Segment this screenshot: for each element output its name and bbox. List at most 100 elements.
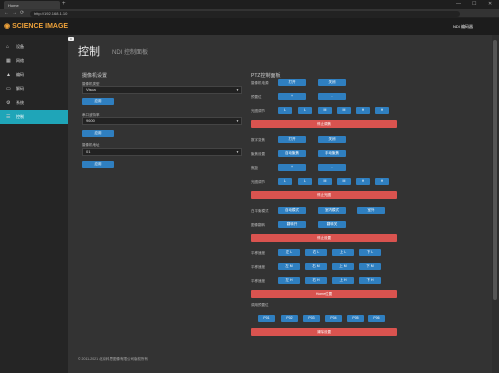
manual-focus-button[interactable]: 手动聚焦	[318, 150, 346, 157]
iris-h-button[interactable]: H	[375, 107, 389, 114]
apply-baud-rate-button[interactable]: 应用	[82, 130, 114, 137]
focus-mode-label: 聚焦设置	[251, 152, 265, 156]
clear-settings-button[interactable]: 清除设置	[251, 328, 397, 336]
tilt-down-m-button[interactable]: 下 M	[359, 263, 381, 270]
pan-speed-label-2: 平移速度	[251, 265, 265, 269]
maximize-icon[interactable]: ☐	[472, 0, 476, 8]
camera-power-label: 摄像机电源	[251, 81, 269, 85]
focal-plus-button[interactable]: +	[278, 164, 306, 171]
footer: © 2011-2021 北京科思图像有限公司版权所有	[78, 357, 149, 361]
pan-left-h-button[interactable]: 左 H	[278, 277, 300, 284]
sidebar-item-decode[interactable]: ▭ 解码	[0, 82, 68, 96]
pan-right-m-button[interactable]: 右 M	[305, 263, 327, 270]
home-position-button[interactable]: Home位置	[251, 290, 397, 298]
back-icon[interactable]: ←	[4, 9, 9, 18]
sidebar-item-label: 网络	[16, 58, 24, 63]
pan-left-m-button[interactable]: 左 M	[278, 263, 300, 270]
tilt-up-l-button[interactable]: 上 L	[332, 249, 354, 256]
stop-iris-button[interactable]: 停止光圈	[251, 191, 397, 199]
wb-outdoor-button[interactable]: 室外	[357, 207, 385, 214]
camera-type-value: Visca	[86, 87, 96, 92]
chevron-down-icon: ▼	[236, 150, 239, 154]
new-tab-button[interactable]: +	[62, 1, 66, 7]
tilt-down-l-button[interactable]: 下 L	[359, 249, 381, 256]
preset-p04-button[interactable]: P04	[325, 315, 342, 322]
preset-p03-button[interactable]: P03	[303, 315, 320, 322]
iris2-h-button[interactable]: H	[356, 178, 370, 185]
close-icon[interactable]: ✕	[488, 0, 492, 8]
baud-rate-select[interactable]: 9600 ▼	[82, 117, 242, 125]
power-on-button[interactable]: 打开	[278, 79, 306, 86]
iris-m-button[interactable]: M	[337, 107, 351, 114]
pan-left-l-button[interactable]: 左 L	[278, 249, 300, 256]
pan-speed-label-3: 平移速度	[251, 279, 265, 283]
iris-h-button[interactable]: H	[356, 107, 370, 114]
iris-m-button[interactable]: M	[318, 107, 332, 114]
logo: ◉ SCIENCE IMAGE	[4, 23, 69, 30]
ptz-panel-title: PTZ控制面板	[251, 73, 281, 79]
power-off-button[interactable]: 关闭	[318, 79, 346, 86]
iris2-h-button[interactable]: H	[375, 178, 389, 185]
user-menu[interactable]: NDI 编码器	[453, 24, 473, 30]
sidebar-item-control[interactable]: ☰ 控制	[0, 110, 68, 124]
preset-p01-button[interactable]: P01	[258, 315, 275, 322]
preset-p02-button[interactable]: P02	[281, 315, 298, 322]
flip-on-button[interactable]: 翻转开	[278, 221, 306, 228]
sidebar-item-encode[interactable]: ▲ 编码	[0, 68, 68, 82]
preset-plus-button[interactable]: +	[278, 93, 306, 100]
home-icon: ⌂	[6, 44, 10, 50]
camera-address-value: 01	[86, 149, 91, 154]
page-subtitle: NDI 控制面板	[112, 50, 149, 56]
focal-length-label: 焦距	[251, 166, 258, 170]
tilt-up-h-button[interactable]: 上 H	[332, 277, 354, 284]
sidebar-item-system[interactable]: ⚙ 系统	[0, 96, 68, 110]
reload-icon[interactable]: ⟳	[20, 9, 24, 18]
wb-auto-button[interactable]: 自动模式	[278, 207, 306, 214]
focal-minus-button[interactable]: -	[318, 164, 346, 171]
preset-minus-button[interactable]: -	[318, 93, 346, 100]
sidebar-item-label: 控制	[16, 114, 24, 119]
iris-label: 光圈调节	[251, 109, 265, 113]
gear-icon: ⚙	[6, 100, 11, 106]
pan-right-l-button[interactable]: 右 L	[305, 249, 327, 256]
iris2-l-button[interactable]: L	[278, 178, 292, 185]
zoom-on-button[interactable]: 打开	[278, 136, 306, 143]
camera-settings-title: 摄像机设置	[82, 73, 108, 79]
forward-icon[interactable]: →	[12, 9, 17, 18]
flip-off-button[interactable]: 翻转关	[318, 221, 346, 228]
camera-address-select[interactable]: 01 ▼	[82, 148, 242, 156]
sidebar-item-device[interactable]: ⌂ 设备	[0, 40, 68, 54]
apply-camera-type-button[interactable]: 应用	[82, 98, 114, 105]
browser-tab[interactable]: Home	[4, 1, 60, 9]
scrollbar-thumb[interactable]	[493, 40, 497, 300]
iris-l-button[interactable]: L	[278, 107, 292, 114]
stop-settings-button[interactable]: 停止设置	[251, 234, 397, 242]
preset-p05-button[interactable]: P05	[347, 315, 364, 322]
auto-focus-button[interactable]: 自动聚焦	[278, 150, 306, 157]
iris2-m-button[interactable]: M	[337, 178, 351, 185]
pan-right-h-button[interactable]: 右 H	[305, 277, 327, 284]
tilt-up-m-button[interactable]: 上 M	[332, 263, 354, 270]
pan-speed-label: 平移速度	[251, 251, 265, 255]
preset-p06-button[interactable]: P06	[368, 315, 385, 322]
apply-camera-address-button[interactable]: 应用	[82, 161, 114, 168]
iris2-l-button[interactable]: L	[298, 178, 312, 185]
white-balance-label: 白平衡模式	[251, 209, 269, 213]
iris-label-2: 光圈调节	[251, 180, 265, 184]
url-input[interactable]: http://192.168.1.10	[30, 11, 460, 17]
wb-indoor-button[interactable]: 室内模式	[318, 207, 346, 214]
minimize-icon[interactable]: —	[456, 0, 461, 8]
tilt-down-h-button[interactable]: 下 H	[359, 277, 381, 284]
sidebar-item-network[interactable]: ▦ 网络	[0, 54, 68, 68]
control-icon: ☰	[6, 114, 11, 120]
network-icon: ▦	[6, 58, 11, 64]
chevron-down-icon: ▼	[236, 88, 239, 92]
iris-l-button[interactable]: L	[298, 107, 312, 114]
monitor-icon: ▭	[6, 86, 11, 92]
zoom-off-button[interactable]: 关闭	[318, 136, 346, 143]
iris2-m-button[interactable]: M	[318, 178, 332, 185]
chart-icon: ▲	[6, 72, 11, 78]
camera-type-select[interactable]: Visca ▼	[82, 86, 242, 94]
stop-focus-button[interactable]: 停止调焦	[251, 120, 397, 128]
sidebar-toggle-button[interactable]: ≡	[68, 37, 74, 41]
